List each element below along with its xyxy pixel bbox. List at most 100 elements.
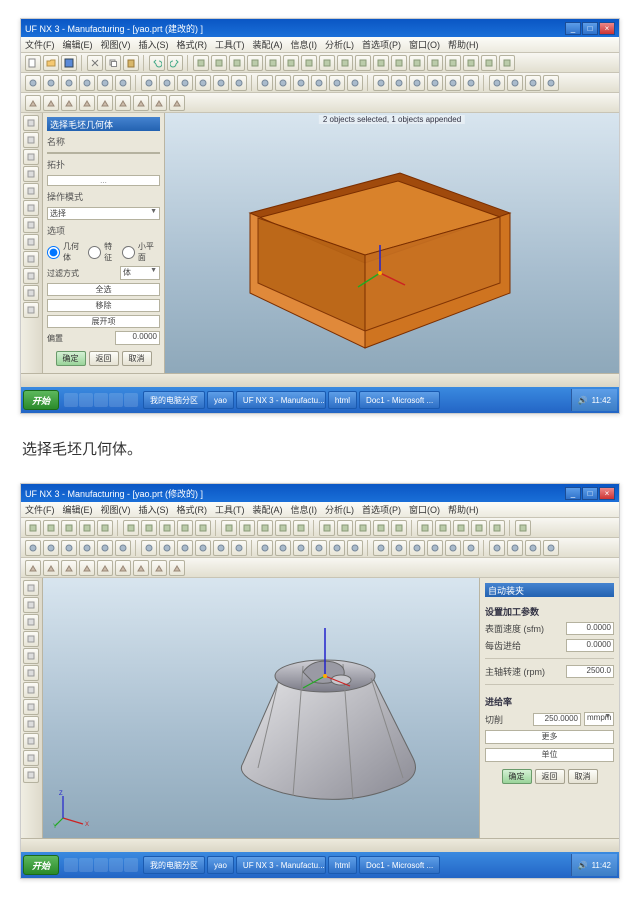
toolbar-button[interactable] — [79, 540, 95, 556]
menu-file[interactable]: 文件(F) — [25, 503, 55, 516]
toolbar-button[interactable] — [61, 75, 77, 91]
toolbar-button[interactable] — [79, 520, 95, 536]
name-input[interactable] — [47, 152, 160, 154]
toolbar-button[interactable] — [329, 540, 345, 556]
back-button[interactable]: 返回 — [89, 351, 119, 366]
toolbar-button[interactable] — [311, 75, 327, 91]
toolbar-button[interactable] — [25, 520, 41, 536]
cancel-button[interactable]: 取消 — [568, 769, 598, 784]
side-tool-button[interactable] — [23, 149, 39, 165]
toolbar-button[interactable] — [453, 520, 469, 536]
remove-button[interactable]: 移除 — [47, 299, 160, 312]
task-item[interactable]: Doc1 - Microsoft ... — [359, 856, 440, 874]
menu-tools[interactable]: 工具(T) — [215, 503, 245, 516]
side-tool-button[interactable] — [23, 302, 39, 318]
menu-view[interactable]: 视图(V) — [101, 503, 131, 516]
maximize-button[interactable]: □ — [582, 487, 598, 500]
menu-edit[interactable]: 编辑(E) — [63, 38, 93, 51]
task-item[interactable]: Doc1 - Microsoft ... — [359, 391, 440, 409]
menu-analysis[interactable]: 分析(L) — [325, 38, 354, 51]
side-tool-button[interactable] — [23, 183, 39, 199]
toolbar-button[interactable] — [25, 95, 41, 111]
toolbar-button[interactable] — [391, 55, 407, 71]
side-tool-button[interactable] — [23, 750, 39, 766]
copy-icon[interactable] — [105, 55, 121, 71]
all-button[interactable]: 全选 — [47, 283, 160, 296]
toolbar-button[interactable] — [409, 75, 425, 91]
side-tool-button[interactable] — [23, 268, 39, 284]
toolbar-button[interactable] — [427, 540, 443, 556]
minimize-button[interactable]: _ — [565, 22, 581, 35]
toolbar-button[interactable] — [43, 75, 59, 91]
toolbar-button[interactable] — [115, 540, 131, 556]
menu-edit[interactable]: 编辑(E) — [63, 503, 93, 516]
task-item[interactable]: html — [328, 856, 357, 874]
toolbar-button[interactable] — [97, 560, 113, 576]
surf-speed-input[interactable]: 0.0000 — [566, 622, 614, 635]
toolbar-button[interactable] — [133, 95, 149, 111]
toolbar-button[interactable] — [169, 95, 185, 111]
toolbar-button[interactable] — [489, 75, 505, 91]
task-item[interactable]: UF NX 3 - Manufactu... — [236, 856, 326, 874]
toolbar-button[interactable] — [391, 540, 407, 556]
ql-icon[interactable] — [79, 858, 93, 872]
toolbar-button[interactable] — [43, 540, 59, 556]
feed-tooth-input[interactable]: 0.0000 — [566, 639, 614, 652]
toolbar-button[interactable] — [159, 75, 175, 91]
toolbar-button[interactable] — [507, 540, 523, 556]
toolbar-button[interactable] — [463, 540, 479, 556]
ql-icon[interactable] — [109, 858, 123, 872]
back-button[interactable]: 返回 — [535, 769, 565, 784]
toolbar-button[interactable] — [97, 75, 113, 91]
toolbar-button[interactable] — [489, 520, 505, 536]
task-item[interactable]: 我的电脑分区 — [143, 856, 205, 874]
toolbar-button[interactable] — [409, 540, 425, 556]
toolbar-button[interactable] — [337, 55, 353, 71]
toolbar-button[interactable] — [177, 540, 193, 556]
toolbar-button[interactable] — [427, 75, 443, 91]
ql-icon[interactable] — [124, 858, 138, 872]
filter-select[interactable]: 体 — [120, 266, 160, 280]
ok-button[interactable]: 确定 — [56, 351, 86, 366]
redo-icon[interactable] — [167, 55, 183, 71]
toolbar-button[interactable] — [543, 540, 559, 556]
menu-tools[interactable]: 工具(T) — [215, 38, 245, 51]
toolbar-button[interactable] — [177, 75, 193, 91]
menu-help[interactable]: 帮助(H) — [448, 38, 479, 51]
toolbar-button[interactable] — [525, 75, 541, 91]
toolbar-button[interactable] — [79, 95, 95, 111]
toolbar-button[interactable] — [213, 75, 229, 91]
side-tool-button[interactable] — [23, 614, 39, 630]
more-button[interactable]: 更多 — [485, 730, 614, 744]
task-item[interactable]: html — [328, 391, 357, 409]
toolbar-button[interactable] — [97, 540, 113, 556]
toolbar-button[interactable] — [229, 55, 245, 71]
menu-window[interactable]: 窗口(O) — [409, 38, 440, 51]
toolbar-button[interactable] — [373, 55, 389, 71]
side-tool-button[interactable] — [23, 631, 39, 647]
side-tool-button[interactable] — [23, 733, 39, 749]
toolbar-button[interactable] — [43, 560, 59, 576]
toolbar-button[interactable] — [319, 55, 335, 71]
toolbar-button[interactable] — [319, 520, 335, 536]
toolbar-button[interactable] — [481, 55, 497, 71]
toolbar-button[interactable] — [141, 75, 157, 91]
toolbar-button[interactable] — [275, 540, 291, 556]
units-button[interactable]: 单位 — [485, 748, 614, 762]
toolbar-button[interactable] — [337, 520, 353, 536]
toolbar-button[interactable] — [257, 540, 273, 556]
menu-insert[interactable]: 插入(S) — [139, 38, 169, 51]
topo-button[interactable]: ... — [47, 175, 160, 186]
paste-icon[interactable] — [123, 55, 139, 71]
task-item[interactable]: UF NX 3 - Manufactu... — [236, 391, 326, 409]
toolbar-button[interactable] — [61, 95, 77, 111]
toolbar-button[interactable] — [489, 540, 505, 556]
toolbar-button[interactable] — [195, 75, 211, 91]
toolbar-button[interactable] — [525, 540, 541, 556]
radio-facet[interactable] — [122, 246, 135, 259]
toolbar-button[interactable] — [177, 520, 193, 536]
toolbar-button[interactable] — [211, 55, 227, 71]
toolbar-button[interactable] — [445, 55, 461, 71]
ok-button[interactable]: 确定 — [502, 769, 532, 784]
toolbar-button[interactable] — [115, 75, 131, 91]
